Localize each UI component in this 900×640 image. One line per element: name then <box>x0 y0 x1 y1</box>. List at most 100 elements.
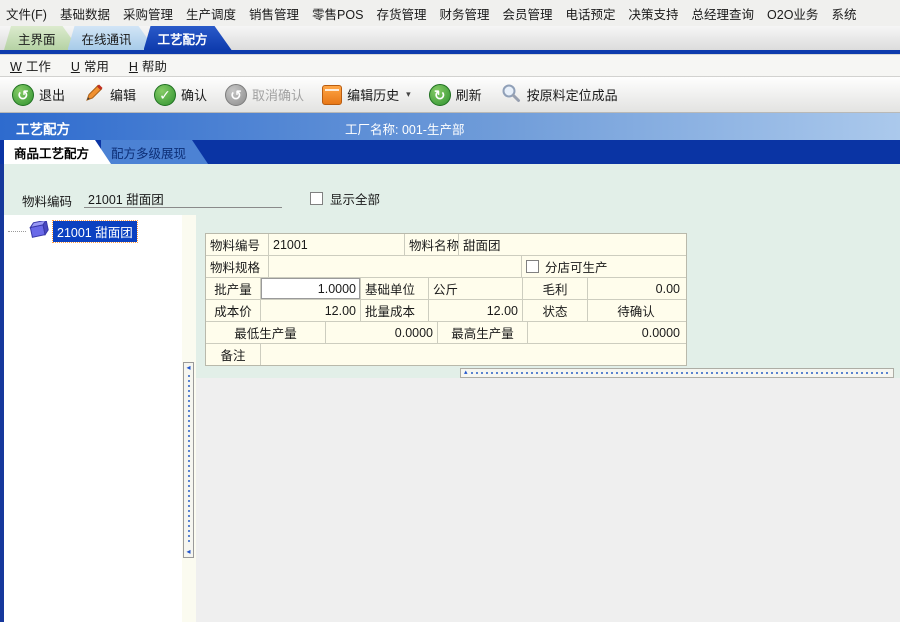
edit-history-button[interactable]: 编辑历史 ▾ <box>318 83 415 107</box>
menu-work-label: 工作 <box>25 60 51 74</box>
material-code-input[interactable]: 21001 甜面团 <box>84 184 282 208</box>
cancel-confirm-icon: ↺ <box>225 83 248 106</box>
tab-multilevel-view[interactable]: 配方多级展现 <box>101 140 208 164</box>
material-code-label: 物料编码 <box>22 195 73 209</box>
tab-product-recipe[interactable]: 商品工艺配方 <box>4 140 111 164</box>
horizontal-splitter[interactable]: ▴ <box>460 368 894 378</box>
confirm-check-icon: ✓ <box>154 83 177 106</box>
secondary-menu-bar: W 工作 U 常用 H 帮助 <box>0 54 900 77</box>
menu-help[interactable]: H 帮助 <box>129 56 167 75</box>
magnifier-icon <box>500 82 522 107</box>
table-row: 成本价 12.00 批量成本 12.00 状态 待确认 <box>206 300 686 322</box>
remark-value[interactable] <box>261 344 684 365</box>
remark-label: 备注 <box>206 344 261 365</box>
menu-item-basedata[interactable]: 基础数据 <box>60 4 110 23</box>
menu-common-label: 常用 <box>83 60 109 74</box>
locate-by-material-button[interactable]: 按原料定位成品 <box>496 80 622 109</box>
splitter-left-arrow-icon[interactable]: ◂ <box>186 363 190 373</box>
menu-item-decision[interactable]: 决策支持 <box>629 4 679 23</box>
menu-work[interactable]: W 工作 <box>10 56 51 75</box>
cost-price-value: 12.00 <box>261 300 361 321</box>
cancel-confirm-button: ↺ 取消确认 <box>221 82 308 108</box>
table-row: 批产量 1.0000 基础单位 公斤 毛利 0.00 <box>206 278 686 300</box>
tab-multilevel-label: 配方多级展现 <box>111 146 187 161</box>
content-area: 物料编码 21001 甜面团 显示全部 21001 甜面团 ◂ ◂ ▴ 物料编号… <box>0 164 900 622</box>
detail-region: ▴ 物料编号 21001 物料名称 甜面团 物料规格 分店可生产 批产量 1.0… <box>196 215 900 622</box>
window-tab-recipe-label: 工艺配方 <box>157 32 208 47</box>
table-row: 物料编号 21001 物料名称 甜面团 <box>206 234 686 256</box>
menu-item-gm-query[interactable]: 总经理查询 <box>692 4 755 23</box>
menu-item-pos[interactable]: 零售POS <box>312 4 363 23</box>
menu-item-file[interactable]: 文件(F) <box>6 4 47 23</box>
horizontal-splitter-grip[interactable] <box>470 372 890 374</box>
splitter-up-arrow-icon[interactable]: ▴ <box>464 369 468 377</box>
tree-connector-line <box>8 230 26 232</box>
splitter-grip[interactable] <box>187 375 190 545</box>
menu-item-sales[interactable]: 销售管理 <box>249 4 299 23</box>
status-value: 待确认 <box>617 305 655 319</box>
refresh-label: 刷新 <box>455 88 482 103</box>
splitter-left-arrow-icon[interactable]: ◂ <box>186 547 190 557</box>
menu-item-phone-booking[interactable]: 电话预定 <box>565 4 615 23</box>
branch-producible-checkbox[interactable] <box>526 260 539 273</box>
table-row: 物料规格 分店可生产 <box>206 256 686 278</box>
gross-profit-label: 毛利 <box>523 278 588 299</box>
edit-button[interactable]: 编辑 <box>79 80 140 109</box>
menu-item-system[interactable]: 系统 <box>831 4 856 23</box>
menu-item-production[interactable]: 生产调度 <box>186 4 236 23</box>
table-row: 备注 <box>206 344 686 365</box>
tab-product-recipe-label: 商品工艺配方 <box>14 146 90 161</box>
material-name-label: 物料名称 <box>405 234 459 255</box>
exit-label: 退出 <box>39 88 66 103</box>
table-row: 最低生产量 0.0000 最高生产量 0.0000 <box>206 322 686 344</box>
show-all-checkbox[interactable] <box>310 192 323 205</box>
material-name-value: 甜面团 <box>463 239 501 253</box>
window-tab-main-label: 主界面 <box>18 32 56 47</box>
menu-common[interactable]: U 常用 <box>71 56 109 75</box>
material-no-label: 物料编号 <box>206 234 269 255</box>
refresh-button[interactable]: ↻ 刷新 <box>425 82 486 108</box>
branch-producible-option[interactable]: 分店可生产 <box>522 256 684 277</box>
spec-value <box>269 256 522 277</box>
window-tab-online[interactable]: 在线通讯 <box>68 26 156 50</box>
menu-item-purchase[interactable]: 采购管理 <box>123 4 173 23</box>
edit-label: 编辑 <box>110 88 137 103</box>
factory-name-label: 工厂名称: 001-生产部 <box>345 123 465 137</box>
module-title-bar: 工艺配方 工厂名称: 001-生产部 <box>0 113 900 140</box>
locate-label: 按原料定位成品 <box>526 88 618 103</box>
menu-item-finance[interactable]: 财务管理 <box>439 4 489 23</box>
exit-icon: ↺ <box>12 83 34 106</box>
max-qty-label: 最高生产量 <box>438 322 528 343</box>
window-tab-recipe[interactable]: 工艺配方 <box>144 26 232 50</box>
confirm-button[interactable]: ✓ 确认 <box>150 82 211 108</box>
max-qty-value: 0.0000 <box>641 325 680 340</box>
show-all-option[interactable]: 显示全部 <box>310 189 380 208</box>
vertical-splitter[interactable]: ◂ ◂ <box>183 362 194 558</box>
menu-item-inventory[interactable]: 存货管理 <box>376 4 426 23</box>
cancel-confirm-label: 取消确认 <box>252 88 305 103</box>
min-qty-value: 0.0000 <box>326 322 438 343</box>
batch-qty-input[interactable]: 1.0000 <box>261 278 361 299</box>
show-all-label: 显示全部 <box>330 193 381 207</box>
menu-common-shortcut: U <box>70 60 80 74</box>
tree-node-21001[interactable]: 21001 甜面团 <box>8 218 182 243</box>
exit-button[interactable]: ↺ 退出 <box>8 82 69 108</box>
window-tab-online-label: 在线通讯 <box>81 32 132 47</box>
menu-item-o2o[interactable]: O2O业务 <box>767 4 818 23</box>
branch-producible-label: 分店可生产 <box>545 261 608 275</box>
lower-grid-panel <box>196 378 900 622</box>
menu-help-label: 帮助 <box>141 60 167 74</box>
sub-tab-strip: 商品工艺配方 配方多级展现 <box>0 140 900 164</box>
page-title: 工艺配方 <box>16 122 70 137</box>
app-window: 文件(F) 基础数据 采购管理 生产调度 销售管理 零售POS 存货管理 财务管… <box>0 0 900 640</box>
edit-history-label: 编辑历史 <box>347 88 400 103</box>
menu-item-member[interactable]: 会员管理 <box>502 4 552 23</box>
min-qty-label: 最低生产量 <box>206 322 326 343</box>
history-dropdown-icon[interactable]: ▾ <box>406 89 411 100</box>
batch-qty-label: 批产量 <box>206 278 261 299</box>
material-no-value: 21001 <box>269 234 405 255</box>
window-tab-main[interactable]: 主界面 <box>4 26 80 50</box>
package-icon <box>27 218 49 242</box>
menu-help-shortcut: H <box>128 60 138 74</box>
batch-cost-value: 12.00 <box>429 300 523 321</box>
